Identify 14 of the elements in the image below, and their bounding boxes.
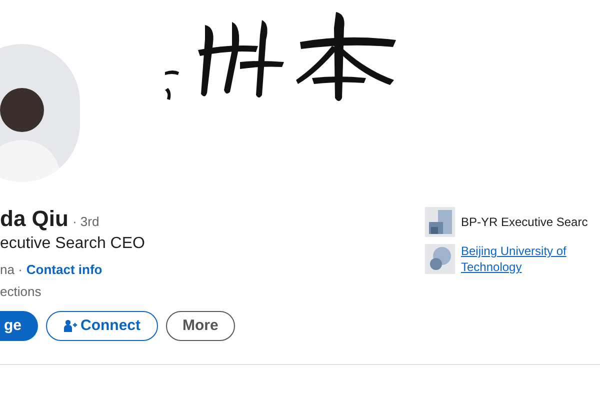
message-button[interactable]: ge	[0, 311, 38, 341]
company-name: BP-YR Executive Searc	[461, 214, 588, 231]
connection-degree: · 3rd	[72, 213, 100, 231]
school-logo-icon	[425, 244, 455, 274]
connect-button[interactable]: Connect	[46, 311, 158, 341]
location-text: na ·	[0, 261, 22, 279]
contact-info-link[interactable]: Contact info	[26, 261, 102, 279]
school-link[interactable]: Beijing University of Technology	[461, 243, 600, 275]
company-logo-icon	[425, 207, 455, 237]
profile-name: da Qiu	[0, 205, 68, 233]
connections-count: ections	[0, 283, 42, 301]
profile-headline: ecutive Search CEO	[0, 234, 146, 254]
add-person-icon	[62, 319, 77, 333]
more-button[interactable]: More	[166, 311, 236, 341]
